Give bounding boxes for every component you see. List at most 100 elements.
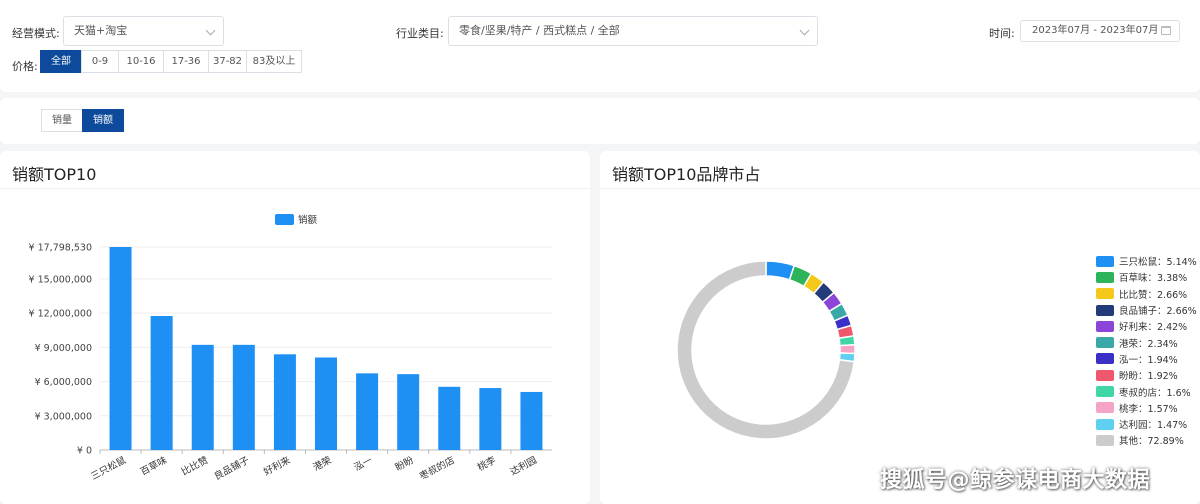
legend-item[interactable]: 好利来：2.42% xyxy=(1096,318,1196,334)
donut-chart xyxy=(676,260,856,440)
y-tick-label: ¥ 15,000,000 xyxy=(29,274,92,285)
legend-item[interactable]: 泓一：1.94% xyxy=(1096,351,1196,367)
x-tick-label: 三只松鼠 xyxy=(89,454,129,483)
bar[interactable] xyxy=(479,388,502,450)
industry-select-value: 零食/坚果/特产 / 西式糕点 / 全部 xyxy=(459,24,620,37)
bar[interactable] xyxy=(397,374,420,450)
legend-label: 好利来：2.42% xyxy=(1119,322,1188,334)
bar[interactable] xyxy=(191,344,214,450)
metric-volume-button[interactable]: 销量 xyxy=(41,109,83,132)
x-tick-label: 泓一 xyxy=(353,455,375,474)
donut-legend: 三只松鼠：5.14% 百草味：3.38% 比比赞：2.66% 良品铺子：2.66% 好利… xyxy=(1096,253,1197,449)
price-filter-group: 全部 0-9 10-16 17-36 37-82 83及以上 xyxy=(40,50,302,73)
price-option-all[interactable]: 全部 xyxy=(40,50,82,73)
legend-label: 桃李：1.57% xyxy=(1119,403,1178,415)
legend-label: 良品铺子：2.66% xyxy=(1119,306,1197,318)
legend-swatch xyxy=(1096,320,1114,332)
mode-label: 经营模式: xyxy=(12,27,60,40)
watermark: 搜狐号@鲸参谋电商大数据 xyxy=(880,468,1151,493)
metric-sales-button[interactable]: 销额 xyxy=(82,109,124,132)
bar-x-axis: 三只松鼠 百草味 比比赞 良品铺子 好利来 港荣 泓一 盼盼 枣叔的店 桃李 达利园 xyxy=(89,450,539,482)
y-tick-label: ¥ 12,000,000 xyxy=(29,309,92,320)
legend-swatch xyxy=(1096,337,1114,349)
x-tick-label: 比比赞 xyxy=(179,454,210,478)
bar-series xyxy=(109,247,543,450)
legend-swatch xyxy=(1096,304,1114,316)
bar[interactable] xyxy=(109,247,132,450)
legend-item[interactable]: 港荣：2.34% xyxy=(1096,334,1196,350)
legend-label: 港荣：2.34% xyxy=(1119,338,1178,350)
bar[interactable] xyxy=(150,315,173,450)
date-range-value: 2023年07月 - 2023年07月 xyxy=(1032,25,1159,36)
x-tick-label: 桃李 xyxy=(475,454,498,474)
legend-label: 三只松鼠：5.14% xyxy=(1119,257,1197,269)
date-range-picker[interactable]: 2023年07月 - 2023年07月 xyxy=(1020,20,1180,42)
bar[interactable] xyxy=(315,357,337,450)
legend-label: 百草味：3.38% xyxy=(1119,273,1188,285)
legend-swatch xyxy=(1096,271,1114,283)
legend-label: 比比赞：2.66% xyxy=(1119,289,1188,301)
donut-slices xyxy=(676,260,856,440)
legend-swatch xyxy=(1096,402,1114,414)
legend-item[interactable]: 其他：72.89% xyxy=(1096,432,1196,448)
y-tick-label: ¥ 0 xyxy=(77,446,92,457)
legend-label: 枣叔的店：1.6% xyxy=(1119,387,1191,399)
legend-swatch xyxy=(1096,369,1114,381)
chevron-down-icon xyxy=(799,25,810,36)
x-tick-label: 枣叔的店 xyxy=(417,454,456,482)
legend-item[interactable]: 枣叔的店：1.6% xyxy=(1096,383,1196,399)
x-tick-label: 港荣 xyxy=(311,454,334,474)
legend-swatch xyxy=(1096,353,1114,365)
legend-item[interactable]: 三只松鼠：5.14% xyxy=(1096,253,1197,269)
legend-item[interactable]: 达利园：1.47% xyxy=(1096,416,1196,432)
price-option-17-36[interactable]: 17-36 xyxy=(163,50,209,73)
legend-item[interactable]: 盼盼：1.92% xyxy=(1096,367,1196,383)
chevron-down-icon xyxy=(205,25,216,36)
legend-label: 销额 xyxy=(298,214,318,226)
x-tick-label: 良品铺子 xyxy=(212,454,252,483)
bar-chart: 销额 ¥ 0¥ 3,000,000¥ 6,000,000¥ 9,000,000¥… xyxy=(29,214,552,482)
bar[interactable] xyxy=(356,373,379,450)
legend-label: 其他：72.89% xyxy=(1119,436,1184,448)
calendar-icon xyxy=(1161,26,1171,35)
y-tick-label: ¥ 3,000,000 xyxy=(35,411,92,422)
legend-item[interactable]: 比比赞：2.66% xyxy=(1096,286,1196,302)
mode-select[interactable]: 天猫+淘宝 xyxy=(63,16,224,46)
bar-y-axis: ¥ 0 ¥ 3,000,000 ¥ 6,000,000 ¥ 9,000,000 ¥ 12… xyxy=(29,243,92,457)
bar[interactable] xyxy=(520,391,543,450)
bar[interactable] xyxy=(273,354,296,450)
price-option-10-16[interactable]: 10-16 xyxy=(118,50,164,73)
x-tick-label: 达利园 xyxy=(508,454,539,478)
sales-top10-card: 销额TOP10 销额 ¥ 0 ¥ 3,000,000 ¥ 6,000,000 ¥ 9,… xyxy=(0,151,590,504)
price-label: 价格: xyxy=(12,60,38,73)
filter-panel: 经营模式: 天猫+淘宝 行业类目: 零食/坚果/特产 / 西式糕点 / 全部 时… xyxy=(0,0,1200,92)
legend-swatch xyxy=(1096,434,1114,446)
price-option-0-9[interactable]: 0-9 xyxy=(81,50,119,73)
x-tick-label: 盼盼 xyxy=(394,455,416,474)
x-tick-label: 好利来 xyxy=(262,454,293,478)
time-label: 时间: xyxy=(989,27,1015,40)
legend-label: 泓一：1.94% xyxy=(1119,354,1178,366)
legend-swatch xyxy=(1096,386,1114,398)
donut-slice[interactable] xyxy=(839,343,856,355)
legend-item[interactable]: 百草味：3.38% xyxy=(1096,269,1196,285)
legend-swatch xyxy=(1096,288,1114,300)
price-option-37-82[interactable]: 37-82 xyxy=(208,50,247,73)
y-tick-label: ¥ 9,000,000 xyxy=(35,343,92,354)
y-tick-label: ¥ 6,000,000 xyxy=(35,377,92,388)
brand-share-card: 销额TOP10品牌市占 三只松鼠：5.14% 百草味：3.38% 比比赞：2.66%… xyxy=(600,151,1200,504)
mode-select-value: 天猫+淘宝 xyxy=(74,24,128,37)
legend-swatch xyxy=(1096,255,1114,267)
y-tick-label: ¥ 17,798,530 xyxy=(29,243,92,254)
bar-legend: 销额 xyxy=(275,214,318,226)
price-option-83-plus[interactable]: 83及以上 xyxy=(246,50,302,73)
metric-toggle: 销量 销额 xyxy=(41,109,124,132)
legend-item[interactable]: 桃李：1.57% xyxy=(1096,400,1196,416)
x-tick-label: 百草味 xyxy=(138,454,169,478)
industry-select[interactable]: 零食/坚果/特产 / 西式糕点 / 全部 xyxy=(448,16,818,46)
legend-item[interactable]: 良品铺子：2.66% xyxy=(1096,302,1197,318)
bar[interactable] xyxy=(232,344,255,450)
legend-swatch[interactable] xyxy=(275,214,294,225)
legend-label: 达利园：1.47% xyxy=(1119,420,1188,432)
bar[interactable] xyxy=(438,386,461,450)
